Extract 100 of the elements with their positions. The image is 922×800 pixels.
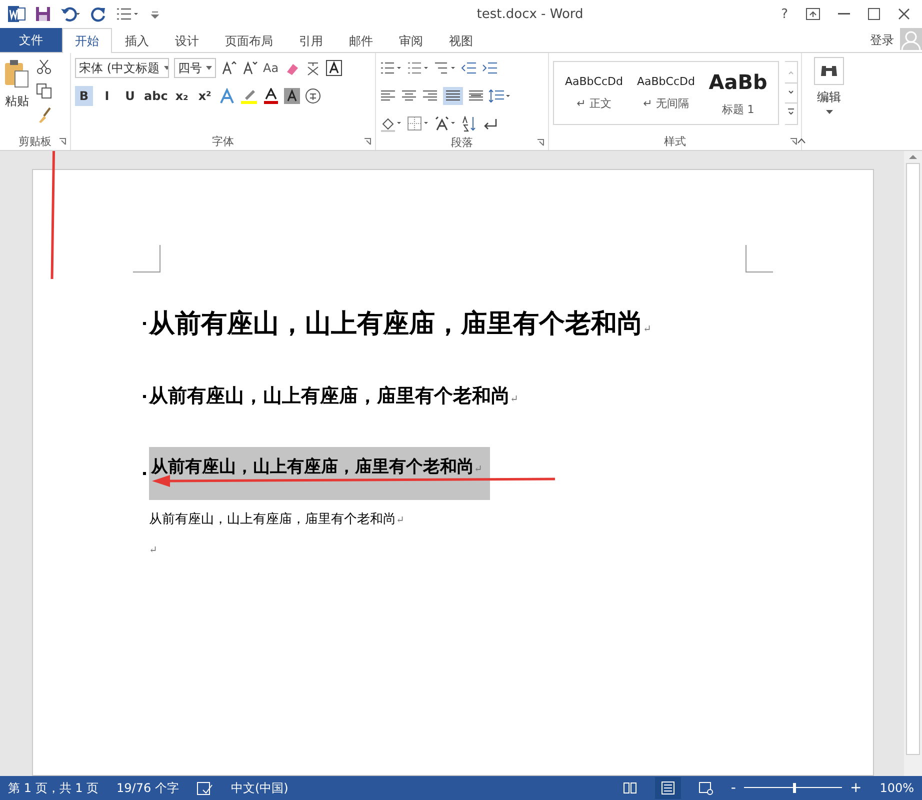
page-count[interactable]: 第 1 页，共 1 页 [8, 780, 99, 796]
vertical-scrollbar[interactable] [904, 151, 922, 776]
zoom-slider-thumb[interactable] [792, 783, 796, 793]
word-logo-icon[interactable] [8, 5, 26, 23]
ribbon-tab[interactable]: 页面布局 [212, 28, 286, 53]
text-effects-icon[interactable] [218, 88, 235, 104]
close-icon[interactable] [898, 8, 910, 20]
bullets-icon[interactable] [380, 61, 402, 75]
distributed-icon[interactable] [468, 89, 484, 103]
group-label: 样式 [664, 134, 686, 148]
zoom-in-button[interactable]: + [850, 780, 862, 796]
maximize-icon[interactable] [868, 8, 880, 20]
gallery-scroll-buttons[interactable] [785, 61, 798, 125]
character-border-icon[interactable] [326, 60, 342, 76]
scissors-icon[interactable] [36, 59, 52, 75]
copy-icon[interactable] [36, 83, 52, 99]
ribbon-tab[interactable]: 设计 [162, 28, 212, 53]
read-mode-icon[interactable] [622, 782, 637, 794]
style-name: ↵ 无间隔 [643, 96, 689, 111]
font-color-icon[interactable] [262, 88, 279, 104]
asian-layout-icon[interactable] [434, 116, 456, 132]
format-button[interactable]: B [75, 86, 93, 106]
save-icon[interactable] [35, 6, 51, 22]
collapse-ribbon-icon[interactable] [797, 138, 806, 144]
paragraph-text: 从前有座山，山上有座庙，庙里有个老和尚↵ [149, 384, 518, 409]
font-size-dropdown[interactable]: 四号 [174, 58, 216, 78]
style-name: 标题 1 [722, 102, 754, 116]
undo-icon[interactable] [60, 6, 82, 22]
style-item[interactable]: AaBbCcDd ↵ 无间隔 [630, 62, 702, 124]
align-center-icon[interactable] [401, 89, 417, 103]
zoom-slider[interactable] [744, 783, 842, 793]
brush-icon[interactable] [36, 107, 52, 123]
shrink-font-icon[interactable] [242, 60, 258, 76]
group-label: 段落 [451, 135, 473, 150]
ribbon-tab[interactable]: 引用 [286, 28, 336, 53]
web-layout-icon[interactable] [698, 782, 713, 794]
dialog-launcher-icon[interactable] [790, 138, 797, 144]
language-indicator[interactable]: 中文(中国) [230, 780, 288, 796]
ribbon-display-icon[interactable] [806, 8, 820, 20]
paragraph-mark-icon[interactable] [482, 116, 498, 132]
file-tab[interactable]: 文件 [0, 28, 62, 52]
dialog-launcher-icon[interactable] [59, 138, 66, 144]
grow-font-icon[interactable] [221, 60, 237, 76]
font-name-dropdown[interactable]: 宋体 (中文标题 [75, 58, 169, 78]
format-button[interactable]: x² [196, 86, 214, 106]
paragraph-marker [143, 394, 146, 398]
format-button[interactable]: U [121, 86, 139, 106]
line-spacing-icon[interactable] [489, 89, 511, 103]
zoom-out-button[interactable]: - [730, 780, 736, 796]
style-item[interactable]: AaBbCcDd ↵ 正文 [558, 62, 630, 124]
proofing-icon[interactable] [196, 782, 213, 794]
format-button[interactable]: I [98, 86, 116, 106]
word-count[interactable]: 19/76 个字 [116, 780, 179, 796]
enclosed-character-icon[interactable] [304, 88, 321, 104]
ribbon-tab[interactable]: 开始 [62, 28, 112, 53]
sort-icon[interactable] [461, 116, 477, 132]
binoculars-icon[interactable] [814, 57, 844, 85]
borders-icon[interactable] [407, 116, 429, 132]
ribbon-tab[interactable]: 审阅 [386, 28, 436, 53]
style-name: ↵ 正文 [576, 96, 612, 111]
format-button[interactable]: x₂ [172, 86, 191, 106]
style-preview: AaBbCcDd [637, 75, 695, 88]
paragraph-marker [143, 322, 146, 325]
minimize-icon[interactable] [838, 13, 850, 15]
paragraph-text: 从前有座山，山上有座庙，庙里有个老和尚↵ [149, 308, 652, 341]
multilevel-list-icon[interactable] [434, 61, 456, 75]
paragraph-text: 从前有座山，山上有座庙，庙里有个老和尚↵ [149, 511, 404, 529]
increase-indent-icon[interactable] [482, 61, 498, 75]
ribbon-tab[interactable]: 邮件 [336, 28, 386, 53]
style-preview: AaBb [708, 70, 768, 94]
align-right-icon[interactable] [422, 89, 438, 103]
clipboard-icon[interactable] [4, 59, 30, 89]
dialog-launcher-icon[interactable] [364, 138, 371, 144]
ribbon-tab[interactable]: 视图 [436, 28, 486, 53]
justify-icon[interactable] [443, 87, 463, 105]
crop-mark [745, 245, 773, 273]
print-layout-icon[interactable] [654, 777, 681, 799]
caret-icon[interactable] [826, 110, 832, 114]
zoom-level[interactable]: 100% [880, 781, 914, 795]
style-item[interactable]: AaBb 标题 1 [702, 62, 774, 124]
group-label: 字体 [212, 134, 234, 148]
align-left-icon[interactable] [380, 89, 396, 103]
editing-button[interactable]: 编辑 [817, 89, 841, 106]
dialog-launcher-icon[interactable] [537, 139, 544, 146]
help-button[interactable]: ? [781, 6, 788, 22]
group-label: 剪贴板 [18, 134, 52, 148]
crop-mark [133, 245, 161, 273]
paragraph-marker [143, 472, 146, 475]
shading-icon[interactable] [284, 88, 300, 104]
paragraph-text: 从前有座山，山上有座庙，庙里有个老和尚↵ [149, 447, 490, 500]
paste-button[interactable]: 粘贴 [4, 57, 30, 132]
format-button[interactable]: abc [144, 86, 168, 106]
sign-in-link[interactable]: 登录 [870, 28, 900, 52]
change-case-button[interactable]: Aa [263, 61, 279, 75]
redo-icon[interactable] [91, 6, 107, 22]
decrease-indent-icon[interactable] [461, 61, 477, 75]
ribbon-tab[interactable]: 插入 [112, 28, 162, 53]
highlighter-icon[interactable] [240, 88, 258, 104]
numbering-icon[interactable] [407, 61, 429, 75]
paint-bucket-icon[interactable] [380, 116, 402, 132]
